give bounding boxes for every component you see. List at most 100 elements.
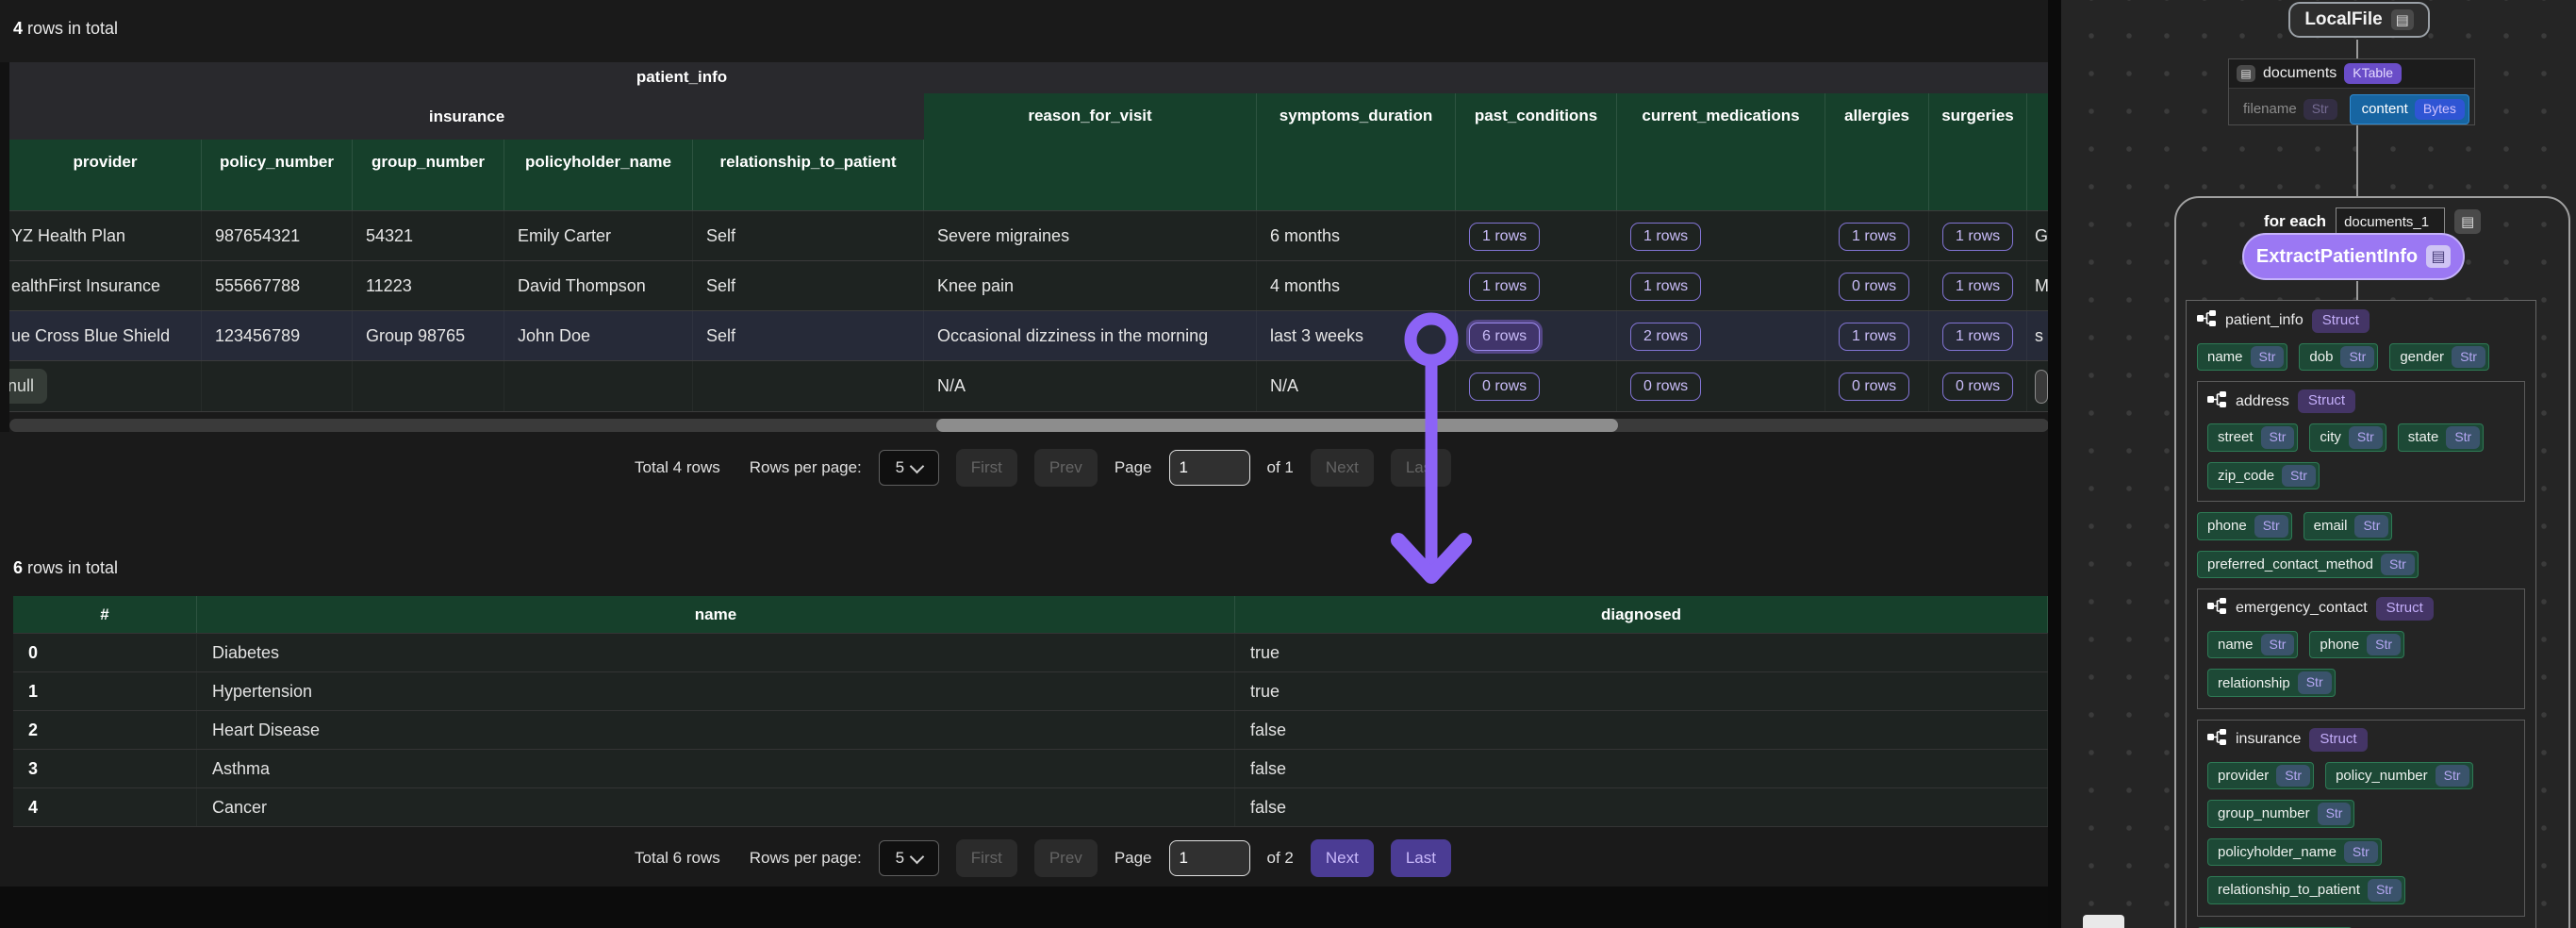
schema-field-row: zip_codeStr [2207,462,2515,490]
rows-per-page-select[interactable]: 5 [879,840,939,876]
prev-page-button[interactable]: Prev [1034,449,1098,487]
schema-field-street[interactable]: streetStr [2207,423,2298,452]
document-icon[interactable]: ▤ [2391,9,2414,30]
schema-field-group_number[interactable]: group_numberStr [2207,800,2354,828]
rows-count-button[interactable]: 1 rows [1469,223,1540,251]
offscreen-node-fragment [2083,915,2124,928]
schema-field-policyholder_name[interactable]: policyholder_nameStr [2207,838,2382,867]
schema-field-name[interactable]: nameStr [2197,343,2287,372]
document-icon[interactable]: ▤ [2454,209,2481,234]
documents-node-header[interactable]: ▤ documents KTable [2229,59,2474,89]
documents-node[interactable]: ▤ documents KTable filename Str content … [2228,58,2475,125]
column-header-policyholder_name: policyholder_name [504,140,693,210]
table-row[interactable]: 4Cancerfalse [13,787,2048,827]
page-of-label: of 1 [1267,458,1294,477]
str-type-badge: Str [2251,346,2285,369]
rows-count-button[interactable]: 1 rows [1630,223,1701,251]
rows-count-button[interactable]: 1 rows [1942,223,2013,251]
table-row[interactable]: 2Heart Diseasefalse [13,710,2048,749]
horizontal-scrollbar-track[interactable] [9,419,2049,432]
schema-field-provider[interactable]: providerStr [2207,762,2314,790]
rows-count-button[interactable]: 0 rows [1839,273,1909,301]
column-header-name: name [197,596,1235,633]
schema-field-relationship_to_patient[interactable]: relationship_to_patientStr [2207,876,2405,904]
field-content[interactable]: content Bytes [2350,94,2469,124]
rows-count-button[interactable]: 0 rows [1469,373,1540,401]
cell-5: Knee pain [924,261,1257,311]
struct-name: patient_info [2225,312,2304,329]
prev-page-button[interactable]: Prev [1034,839,1098,877]
horizontal-scrollbar-thumb[interactable] [936,419,1618,432]
schema-field-city[interactable]: cityStr [2309,423,2386,452]
cell-1 [202,361,353,411]
rows-count-button[interactable]: 2 rows [1630,323,1701,351]
rows-per-page-select[interactable]: 5 [879,450,939,486]
next-page-button[interactable]: Next [1311,449,1374,487]
extract-patient-info-node[interactable]: ExtractPatientInfo ▤ [2242,233,2465,280]
table-row[interactable]: ealthFirst Insurance55566778811223David … [9,260,2049,311]
pipeline-canvas[interactable]: LocalFile ▤ ▤ documents KTable filename … [2061,0,2576,928]
column-header-diagnosed: diagnosed [1235,596,2048,633]
table-row[interactable]: nullN/AN/A0 rows0 rows0 rows0 rows [9,360,2049,412]
schema-field-name[interactable]: nameStr [2207,631,2298,659]
rows-count-button[interactable]: 1 rows [1630,273,1701,301]
last-page-button[interactable]: Last [1391,839,1451,877]
rows-count-button[interactable]: 1 rows [1942,323,2013,351]
schema-field-zip_code[interactable]: zip_codeStr [2207,462,2320,490]
rows-count-button[interactable]: 6 rows [1469,323,1540,351]
struct-header-address[interactable]: addressStruct [2207,389,2515,413]
panel-left-gutter [0,62,9,432]
struct-header-patient_info[interactable]: patient_infoStruct [2197,309,2525,333]
schema-field-email[interactable]: emailStr [2304,512,2393,540]
schema-field-phone[interactable]: phoneStr [2197,512,2292,540]
table-row[interactable]: 1Hypertensiontrue [13,671,2048,710]
cell-text: G [2035,226,2048,246]
rows-count-button[interactable]: 0 rows [1942,373,2013,401]
schema-field-dob[interactable]: dobStr [2299,343,2378,372]
first-page-button[interactable]: First [956,839,1017,877]
past-conditions-table: #namediagnosed0Diabetestrue1Hypertension… [13,596,2048,827]
schema-field-gender[interactable]: genderStr [2389,343,2489,372]
rows-count-button[interactable]: 1 rows [1942,273,2013,301]
localfile-node[interactable]: LocalFile ▤ [2288,2,2430,38]
cell-0: ue Cross Blue Shield [9,311,202,361]
field-filename[interactable]: filename Str [2235,96,2340,123]
last-page-button[interactable]: Last [1391,449,1451,487]
table-row[interactable]: ue Cross Blue Shield123456789Group 98765… [9,310,2049,361]
page-input[interactable] [1169,840,1250,876]
foreach-input[interactable] [2336,207,2445,236]
cell-text: M [2035,276,2049,296]
struct-header-insurance[interactable]: insuranceStruct [2207,728,2515,752]
schema-field-state[interactable]: stateStr [2398,423,2484,452]
first-page-button[interactable]: First [956,449,1017,487]
cell-4 [693,361,924,411]
rows-count-button[interactable]: 0 rows [1839,373,1909,401]
schema-field-policy_number[interactable]: policy_numberStr [2325,762,2472,790]
rows-count-button[interactable]: 0 rows [1630,373,1701,401]
field-name: state [2408,429,2439,445]
table-row[interactable]: 0Diabetestrue [13,633,2048,671]
document-icon[interactable]: ▤ [2426,245,2451,268]
rows-count-button[interactable]: 1 rows [1839,323,1909,351]
next-page-button[interactable]: Next [1311,839,1374,877]
schema-field-relationship[interactable]: relationshipStr [2207,669,2336,697]
struct-header-emergency_contact[interactable]: emergency_contactStruct [2207,597,2515,621]
schema-field-phone[interactable]: phoneStr [2309,631,2404,659]
cell-2: false [1235,750,2048,787]
column-header-relationship_to_patient: relationship_to_patient [693,140,924,210]
cell-1: Hypertension [197,672,1235,710]
rows-per-page-label: Rows per page: [750,849,862,868]
cell-text: s [2035,326,2043,346]
column-header-partial [2027,93,2049,210]
cell-6: N/A [1257,361,1456,411]
table-row[interactable]: YZ Health Plan98765432154321Emily Carter… [9,210,2049,261]
cell-4: Self [693,211,924,261]
schema-field-preferred_contact_method[interactable]: preferred_contact_methodStr [2197,551,2419,579]
table-row[interactable]: 3Asthmafalse [13,749,2048,787]
rows-count-button[interactable]: 1 rows [1839,223,1909,251]
cell-6: 6 months [1257,211,1456,261]
page-input[interactable] [1169,450,1250,486]
total-rows-label: Total 6 rows [635,849,720,868]
str-type-badge: Str [2298,671,2332,694]
rows-count-button[interactable]: 1 rows [1469,273,1540,301]
